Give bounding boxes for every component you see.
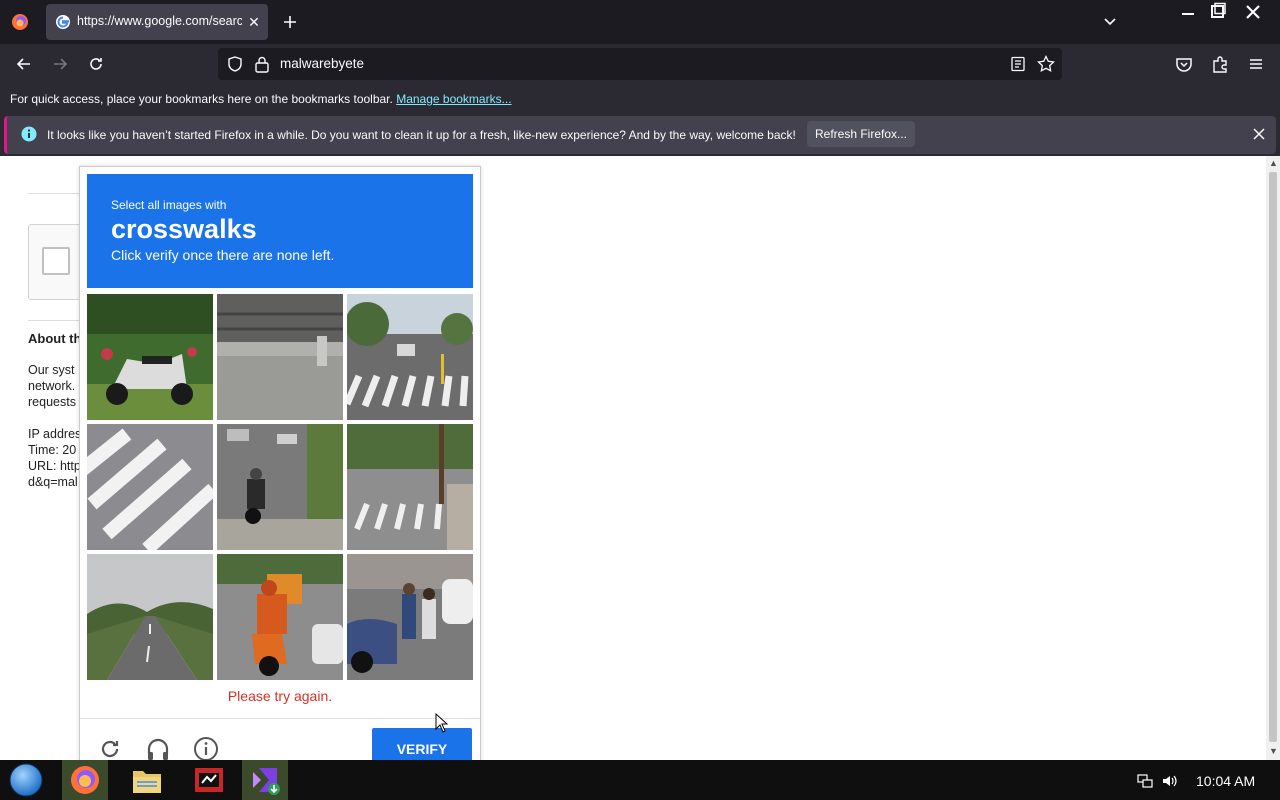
captcha-divider <box>80 718 480 719</box>
captcha-tile-9[interactable] <box>347 554 473 680</box>
scroll-down-arrow-icon[interactable]: ▼ <box>1269 746 1278 756</box>
captcha-tile-2[interactable] <box>217 294 343 420</box>
bookmark-star-icon[interactable] <box>1037 55 1055 73</box>
network-icon[interactable] <box>1137 773 1153 789</box>
url-text: malwarebyete <box>280 56 365 71</box>
notification-message: It looks like you haven’t started Firefo… <box>47 128 796 142</box>
window-close-icon[interactable] <box>1243 2 1263 22</box>
captcha-image-grid <box>87 294 473 680</box>
folder-icon <box>133 771 161 793</box>
info-circle-icon[interactable] <box>193 736 219 760</box>
bookmarks-toolbar: For quick access, place your bookmarks h… <box>0 84 1280 114</box>
google-favicon-icon <box>56 15 70 29</box>
refresh-firefox-notification: It looks like you haven’t started Firefo… <box>4 116 1276 154</box>
app-icon <box>195 768 223 792</box>
about-heading: About th <box>28 331 82 346</box>
mouse-cursor-icon <box>435 713 449 733</box>
captcha-header: Select all images with crosswalks Click … <box>87 174 473 288</box>
back-arrow-icon[interactable] <box>14 54 34 74</box>
notification-area: It looks like you haven’t started Firefo… <box>0 114 1280 156</box>
captcha-tile-5[interactable] <box>217 424 343 550</box>
page-text-line: Time: 20 <box>28 443 77 457</box>
tab-close-icon[interactable]: ✕ <box>245 13 263 31</box>
start-orb-icon[interactable] <box>6 763 46 797</box>
captcha-tile-4[interactable] <box>87 424 213 550</box>
page-text-line: URL: http <box>28 459 81 473</box>
page-content: About th Our syst network. requests IP a… <box>0 156 1266 760</box>
taskbar: 10:04 AM <box>0 760 1280 800</box>
captcha-error: Please try again. <box>227 688 333 704</box>
taskbar-visual-studio[interactable] <box>242 760 288 800</box>
taskbar-firefox[interactable] <box>62 760 108 800</box>
bookmarks-hint: For quick access, place your bookmarks h… <box>10 92 512 106</box>
page-text-line: IP addres <box>28 427 82 441</box>
crosswalk-stripes-image <box>87 424 213 550</box>
volume-icon[interactable] <box>1161 773 1177 789</box>
reader-view-icon[interactable] <box>1010 56 1026 72</box>
captcha-tile-1[interactable] <box>87 294 213 420</box>
verify-button[interactable]: VERIFY <box>372 728 472 760</box>
tab-active[interactable]: https://www.google.com/search?q=malwareb… <box>46 4 268 40</box>
pocket-icon[interactable] <box>1174 54 1194 74</box>
delivery-rider-image <box>217 554 343 680</box>
scroll-up-arrow-icon[interactable]: ▲ <box>1269 158 1278 168</box>
system-clock[interactable]: 10:04 AM <box>1196 773 1255 789</box>
taskbar-app[interactable] <box>186 760 232 800</box>
page-text-line: network. <box>28 379 76 393</box>
recaptcha-checkbox[interactable] <box>42 247 70 275</box>
captcha-tile-7[interactable] <box>87 554 213 680</box>
street-crosswalk-image <box>347 294 473 420</box>
url-bar[interactable]: malwarebyete <box>218 48 1062 80</box>
captcha-instruction: Select all images with <box>111 198 227 212</box>
page-text-line: requests <box>28 395 76 409</box>
firefox-icon <box>71 766 99 794</box>
tab-title: https://www.google.com/search?q=malwareb… <box>77 14 242 28</box>
headphones-icon[interactable] <box>145 736 171 760</box>
refresh-firefox-button[interactable]: Refresh Firefox... <box>807 121 915 147</box>
reload-icon[interactable] <box>86 54 106 74</box>
captcha-tile-6[interactable] <box>347 424 473 550</box>
captcha-challenge: Select all images with crosswalks Click … <box>79 166 481 760</box>
captcha-tile-8[interactable] <box>217 554 343 680</box>
taskbar-file-explorer[interactable] <box>124 760 170 800</box>
shield-icon[interactable] <box>226 55 244 73</box>
tab-strip: https://www.google.com/search?q=malwareb… <box>0 0 1280 44</box>
hamburger-menu-icon[interactable] <box>1246 54 1266 74</box>
window-minimize-icon[interactable] <box>1178 2 1198 22</box>
manage-bookmarks-link[interactable]: Manage bookmarks... <box>396 92 511 106</box>
extensions-puzzle-icon[interactable] <box>1210 54 1230 74</box>
forward-arrow-icon[interactable] <box>50 54 70 74</box>
crosswalk-tree-image <box>347 424 473 550</box>
window-restore-icon[interactable] <box>1208 2 1228 22</box>
reload-challenge-icon[interactable] <box>97 736 123 760</box>
chevron-down-icon[interactable] <box>1100 12 1120 32</box>
lock-icon[interactable] <box>254 55 270 73</box>
new-tab-plus-icon[interactable] <box>280 12 300 32</box>
captcha-object: crosswalks <box>111 214 257 244</box>
people-cars-image <box>347 554 473 680</box>
page-text-line: Our syst <box>28 363 75 377</box>
visual-studio-icon <box>253 768 280 795</box>
navigation-toolbar: malwarebyete <box>0 44 1280 84</box>
firefox-icon[interactable] <box>10 12 30 32</box>
highway-image <box>87 554 213 680</box>
scooter-image <box>87 294 213 420</box>
captcha-tile-3[interactable] <box>347 294 473 420</box>
guardrail-image <box>217 294 343 420</box>
info-icon <box>21 126 37 142</box>
captcha-note: Click verify once there are none left. <box>111 247 335 263</box>
page-text-line: d&q=mal <box>28 475 78 489</box>
page-scrollbar[interactable]: ▲ ▼ <box>1266 156 1280 760</box>
motorcyclist-image <box>217 424 343 550</box>
scroll-thumb[interactable] <box>1269 172 1277 742</box>
close-icon[interactable] <box>1251 126 1267 142</box>
